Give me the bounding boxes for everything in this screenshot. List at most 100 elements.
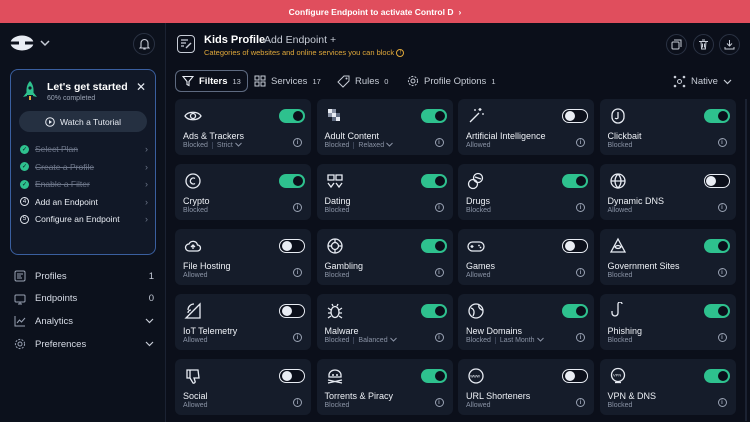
filter-toggle[interactable] bbox=[703, 304, 730, 318]
info-icon[interactable]: i bbox=[434, 138, 444, 147]
download-profile-button[interactable] bbox=[719, 34, 740, 55]
notifications-button[interactable] bbox=[133, 33, 155, 55]
info-icon[interactable]: i bbox=[293, 203, 302, 212]
filter-name: Ads & Trackers bbox=[183, 131, 245, 141]
filter-card: www URL Shorteners Allowed i bbox=[458, 359, 594, 415]
warning-icon: ! bbox=[396, 49, 405, 58]
info-icon[interactable]: i bbox=[717, 268, 727, 277]
close-icon[interactable]: ✕ bbox=[136, 80, 146, 94]
info-icon[interactable]: i bbox=[576, 333, 585, 342]
filter-toggle[interactable] bbox=[279, 304, 305, 318]
filter-toggle[interactable] bbox=[562, 174, 588, 188]
info-icon[interactable]: i bbox=[434, 398, 444, 407]
filter-mode-select[interactable]: Relaxed bbox=[358, 142, 393, 149]
network-nodes-icon bbox=[673, 75, 686, 87]
filter-toggle[interactable] bbox=[562, 109, 588, 123]
info-icon[interactable]: i bbox=[717, 398, 727, 407]
filter-toggle[interactable] bbox=[703, 174, 730, 188]
filter-card: Games Allowed i bbox=[458, 229, 594, 285]
filter-toggle[interactable] bbox=[420, 174, 447, 188]
info-icon[interactable]: i bbox=[293, 138, 302, 147]
sidebar-item-profiles[interactable]: Profiles 1 bbox=[14, 268, 154, 284]
delete-profile-button[interactable] bbox=[693, 34, 714, 55]
clone-profile-button[interactable] bbox=[666, 34, 687, 55]
filter-toggle[interactable] bbox=[420, 304, 447, 318]
filter-status: Allowed bbox=[466, 272, 491, 279]
filter-toggle[interactable] bbox=[420, 239, 447, 253]
services-grid-icon bbox=[254, 75, 266, 87]
filter-toggle[interactable] bbox=[420, 109, 447, 123]
filter-toggle[interactable] bbox=[562, 239, 588, 253]
info-icon[interactable]: i bbox=[576, 138, 585, 147]
filter-status-row: Blocked Last Month bbox=[466, 337, 544, 344]
setup-step[interactable]: ✓ Create a Profile › bbox=[20, 160, 148, 174]
filter-toggle[interactable] bbox=[703, 109, 730, 123]
sidebar-item-count: 1 bbox=[148, 270, 154, 282]
filter-toggle[interactable] bbox=[562, 304, 588, 318]
pixelated-icon bbox=[326, 107, 344, 125]
scrollbar[interactable] bbox=[745, 99, 747, 421]
toggle-knob bbox=[293, 111, 303, 121]
filter-name: Phishing bbox=[607, 326, 643, 336]
coin-icon bbox=[184, 172, 202, 190]
logo[interactable] bbox=[10, 35, 50, 51]
filter-toggle[interactable] bbox=[703, 369, 730, 383]
filter-toggle[interactable] bbox=[420, 369, 447, 383]
filter-mode-label: Last Month bbox=[499, 337, 535, 344]
filter-toggle[interactable] bbox=[279, 369, 305, 383]
info-icon[interactable]: i bbox=[576, 268, 585, 277]
sidebar-item-label: Preferences bbox=[35, 338, 87, 350]
info-icon[interactable]: i bbox=[293, 268, 302, 277]
watch-tutorial-button[interactable]: Watch a Tutorial bbox=[19, 111, 147, 132]
toggle-knob bbox=[564, 240, 575, 251]
info-icon[interactable]: i bbox=[717, 203, 727, 212]
info-icon[interactable]: i bbox=[434, 268, 444, 277]
tab-rules[interactable]: Rules 0 bbox=[337, 70, 388, 92]
toggle-knob bbox=[281, 305, 292, 316]
tab-profile-options[interactable]: Profile Options 1 bbox=[407, 70, 495, 92]
filter-status: Allowed bbox=[466, 402, 491, 409]
filter-toggle[interactable] bbox=[279, 174, 305, 188]
setup-step[interactable]: ✓ Select Plan › bbox=[20, 142, 148, 156]
page-title: Kids Profile bbox=[204, 34, 266, 46]
globe-icon bbox=[609, 172, 627, 190]
add-endpoint-button[interactable]: Add Endpoint + bbox=[264, 34, 336, 46]
filter-card: Government Sites Blocked i bbox=[599, 229, 736, 285]
setup-step-label: Select Plan bbox=[35, 144, 78, 154]
info-icon[interactable]: i bbox=[717, 138, 727, 147]
new-globe-icon bbox=[467, 302, 485, 320]
check-icon: ✓ bbox=[20, 144, 29, 154]
toggle-knob bbox=[434, 176, 445, 186]
info-icon[interactable]: i bbox=[717, 333, 727, 342]
activation-banner[interactable]: Configure Endpoint to activate Control D… bbox=[0, 0, 750, 23]
chevron-down-icon bbox=[40, 40, 50, 47]
filter-toggle[interactable] bbox=[279, 239, 305, 253]
filter-toggle[interactable] bbox=[279, 109, 305, 123]
info-icon[interactable]: i bbox=[576, 203, 585, 212]
setup-step[interactable]: 4 Add an Endpoint › bbox=[20, 195, 148, 209]
sidebar-item-endpoints[interactable]: Endpoints 0 bbox=[14, 291, 154, 307]
filter-mode-select[interactable]: Strict bbox=[217, 142, 242, 149]
filter-toggle[interactable] bbox=[703, 239, 730, 253]
sidebar-item-preferences[interactable]: Preferences bbox=[14, 336, 154, 352]
filter-status-row: Blocked bbox=[466, 207, 491, 214]
info-icon[interactable]: i bbox=[434, 333, 444, 342]
info-icon[interactable]: i bbox=[293, 333, 302, 342]
resolver-select[interactable]: Native bbox=[673, 70, 732, 92]
setup-step[interactable]: ✓ Enable a Filter › bbox=[20, 177, 148, 191]
sidebar-item-analytics[interactable]: Analytics bbox=[14, 313, 154, 329]
filter-mode-select[interactable]: Balanced bbox=[358, 337, 397, 344]
setup-step[interactable]: 5 Configure an Endpoint › bbox=[20, 212, 148, 226]
filter-card: Clickbait Blocked i bbox=[599, 99, 736, 155]
magic-wand-icon bbox=[467, 107, 485, 125]
info-icon[interactable]: i bbox=[576, 398, 585, 407]
info-icon[interactable]: i bbox=[434, 203, 444, 212]
filter-toggle[interactable] bbox=[562, 369, 588, 383]
toggle-knob bbox=[434, 241, 445, 251]
tab-services[interactable]: Services 17 bbox=[254, 70, 321, 92]
tab-filters[interactable]: Filters 13 bbox=[175, 70, 248, 92]
info-icon[interactable]: i bbox=[293, 398, 302, 407]
divider bbox=[353, 142, 355, 149]
filter-mode-select[interactable]: Last Month bbox=[500, 337, 544, 344]
chevron-right-icon: › bbox=[145, 214, 148, 224]
